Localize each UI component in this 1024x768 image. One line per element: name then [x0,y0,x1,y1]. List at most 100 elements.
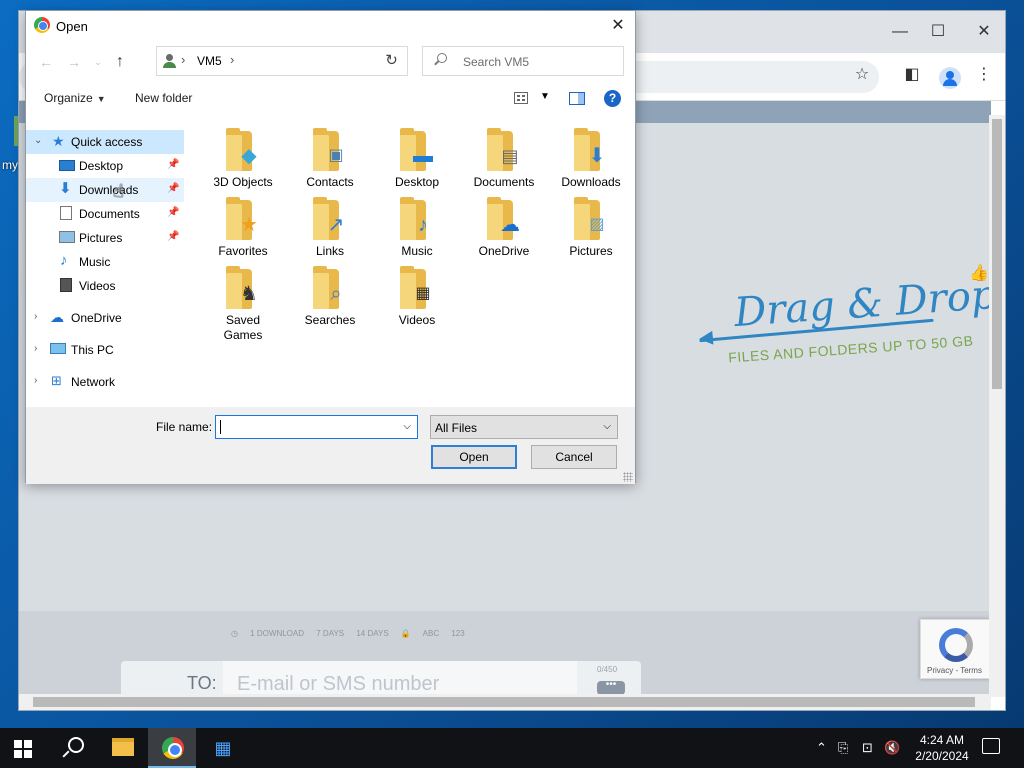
nav-item-music[interactable]: ♪ Music [26,250,184,274]
nav-item-this-pc[interactable]: › This PC [26,338,184,362]
help-icon[interactable]: ? [604,90,621,107]
folder-onedrive[interactable]: ☁ OneDrive [462,188,546,258]
chevron-down-icon[interactable]: ⌵ [603,421,611,432]
cloud-icon: ☁ [50,309,64,325]
pin-icon[interactable]: 📌 [167,207,179,218]
browser-close-button[interactable]: ✕ [969,19,999,45]
search-icon[interactable] [62,737,84,759]
file-name-input[interactable]: ⌵ [215,415,418,439]
browser-minimize-button[interactable]: — [885,19,915,45]
back-arrow-icon[interactable]: ← [36,52,56,72]
pin-icon[interactable]: 📌 [167,159,179,170]
file-type-select[interactable]: All Files ⌵ [430,415,618,439]
nav-item-pictures[interactable]: Pictures 📌 [26,226,184,250]
recaptcha-links[interactable]: Privacy - Terms [927,666,982,675]
chevron-down-icon[interactable]: ⌵ [403,421,411,432]
taskbar-app-chrome[interactable] [148,728,196,768]
breadcrumb-chevron-icon[interactable]: › [181,52,185,67]
nav-item-quick-access[interactable]: ⌄ ★ Quick access [26,130,184,154]
option-123[interactable]: 123 [451,629,464,638]
lock-icon[interactable]: 🔒 [401,629,411,638]
recaptcha-badge[interactable]: Privacy - Terms [920,619,990,679]
pin-icon[interactable]: 📌 [167,231,179,242]
nav-item-onedrive[interactable]: › ☁ OneDrive [26,306,184,330]
more-options-button[interactable]: ••• [597,680,625,695]
expand-chevron-icon[interactable]: › [34,343,37,354]
breadcrumb-chevron-icon[interactable]: › [230,52,234,67]
folder-downloads[interactable]: ⬇ Downloads [549,119,633,189]
taskbar: ▦ ⌃ ⎘ ⊡ 🔇 4:24 AM 2/20/2024 [0,728,1024,768]
address-breadcrumb[interactable]: › VM5 › ⌵ [156,46,402,76]
ethernet-icon[interactable]: ⊡ [862,740,873,756]
network-icon[interactable]: ⎘ [838,740,848,756]
open-file-dialog: Open ✕ ← → ⌄ ↑ › VM5 › ⌵ ↻ Search VM5 Or… [25,10,636,484]
file-name-label: File name: [156,420,213,434]
open-button[interactable]: Open [431,445,517,469]
folder-documents[interactable]: ▤ Documents [462,119,546,189]
folder-links[interactable]: ↗ Links [288,188,372,258]
folder-music[interactable]: ♪ Music [375,188,459,258]
up-arrow-icon[interactable]: ↑ [110,52,130,72]
desktop-icon: ▬ [413,145,433,167]
nav-item-desktop[interactable]: Desktop 📌 [26,154,184,178]
windows-start-icon[interactable] [14,740,32,758]
new-folder-button[interactable]: New folder [135,91,192,105]
link-arrow-icon: ↗ [327,214,345,236]
recipient-input[interactable]: E-mail or SMS number [223,661,577,697]
expand-chevron-icon[interactable]: › [34,311,37,322]
app-icon[interactable]: ▦ [212,737,234,759]
horizontal-scroll-thumb[interactable] [33,697,975,707]
nav-item-network[interactable]: › ⊞ Network [26,370,184,394]
expand-chevron-icon[interactable]: › [34,375,37,386]
organize-button[interactable]: Organize ▼ [44,91,106,105]
nav-item-videos[interactable]: Videos [26,274,184,298]
vertical-scroll-thumb[interactable] [992,119,1002,389]
option-abc[interactable]: ABC [423,629,439,638]
refresh-icon[interactable]: ↻ [376,46,408,76]
nav-item-label: Quick access [71,135,143,149]
resize-grip-icon[interactable] [623,472,633,482]
view-options-icon[interactable] [514,92,528,104]
cancel-button[interactable]: Cancel [531,445,617,469]
search-box[interactable]: Search VM5 [422,46,624,76]
recent-locations-icon[interactable]: ⌄ [88,52,108,72]
option-downloads[interactable]: 1 DOWNLOAD [250,629,304,638]
folder-favorites[interactable]: ★ Favorites [201,188,285,258]
file-explorer-icon[interactable] [112,738,134,756]
nav-item-label: Network [71,375,116,389]
taskbar-clock[interactable]: 4:24 AM 2/20/2024 [904,732,980,764]
chevron-up-icon[interactable]: ⌃ [816,740,827,756]
file-list: ◆ 3D Objects ▣ Contacts ▬ Desktop ▤ Docu… [201,115,631,407]
nav-item-downloads[interactable]: ⬇ Downloads 📌 [26,178,184,202]
folder-saved-games[interactable]: ♞ Saved Games [201,257,285,342]
folder-videos[interactable]: ▦ Videos [375,257,459,327]
caret-down-icon[interactable]: ▼ [540,91,550,102]
folder-desktop[interactable]: ▬ Desktop [375,119,459,189]
expand-chevron-icon[interactable]: ⌄ [34,135,42,146]
breadcrumb-vm5[interactable]: VM5 [197,54,222,68]
menu-kebab-icon[interactable]: ⋮ [971,63,997,87]
folder-searches[interactable]: ⌕ Searches [288,257,372,327]
side-panel-icon[interactable]: ◧ [899,63,925,87]
dialog-close-button[interactable]: ✕ [607,15,629,37]
option-7-days[interactable]: 7 DAYS [316,629,344,638]
folder-pictures[interactable]: ▨ Pictures [549,188,633,258]
nav-item-label: Desktop [79,159,124,173]
profile-icon[interactable] [939,67,961,89]
volume-muted-icon[interactable]: 🔇 [884,740,900,756]
option-14-days[interactable]: 14 DAYS [356,629,388,638]
preview-pane-icon[interactable] [569,92,585,105]
forward-arrow-icon[interactable]: → [64,52,84,72]
pin-icon[interactable]: 📌 [167,183,179,194]
folder-3d-objects[interactable]: ◆ 3D Objects [201,119,285,189]
vertical-scrollbar[interactable] [989,115,1005,697]
star-icon[interactable]: ☆ [849,63,875,87]
browser-maximize-button[interactable]: ☐ [923,19,953,45]
notifications-icon[interactable] [982,738,1000,754]
search-input[interactable]: Search VM5 [463,55,529,69]
nav-item-documents[interactable]: Documents 📌 [26,202,184,226]
folder-contacts[interactable]: ▣ Contacts [288,119,372,189]
navigation-row: ← → ⌄ ↑ › VM5 › ⌵ ↻ Search VM5 [26,41,635,81]
horizontal-scrollbar[interactable] [19,694,991,710]
desktop-icon-label[interactable]: my [2,158,18,172]
